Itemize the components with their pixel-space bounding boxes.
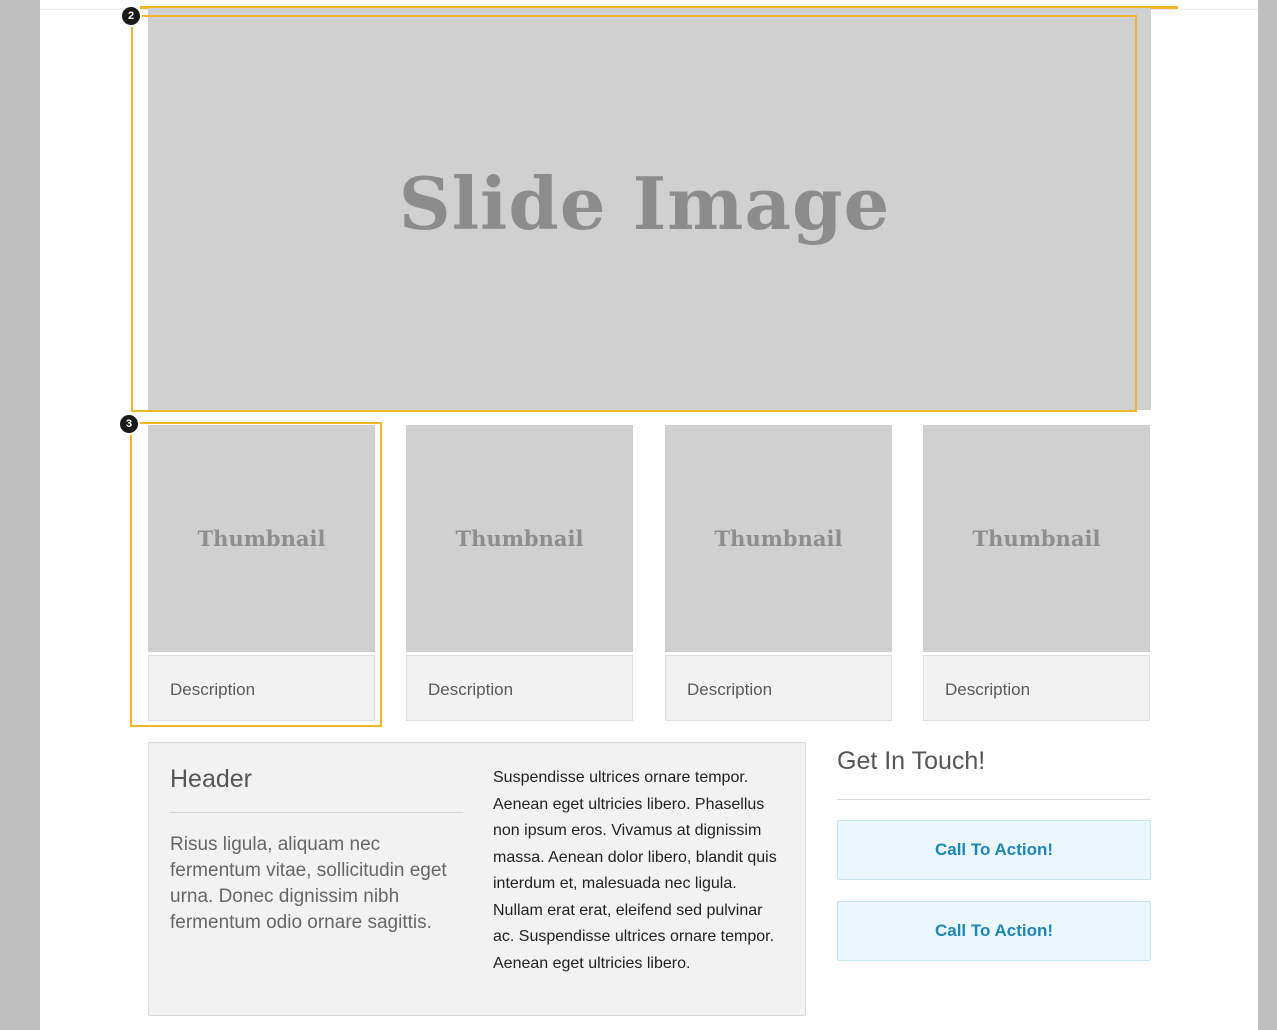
annotation-badge: 3: [118, 413, 140, 435]
page-container: Slide Image Thumbnail Description Thumbn…: [40, 0, 1258, 1030]
thumbnail-image[interactable]: Thumbnail: [665, 425, 892, 652]
thumbnail-label: Thumbnail: [972, 526, 1101, 551]
slide-image-label: Slide Image: [398, 160, 891, 246]
slide-image[interactable]: Slide Image: [148, 8, 1151, 410]
thumbnail-label: Thumbnail: [455, 526, 584, 551]
thumbnail-description: Description: [923, 655, 1150, 721]
content-intro-text: Risus ligula, aliquam nec fermentum vita…: [170, 834, 447, 933]
thumbnail-card[interactable]: Thumbnail Description: [406, 425, 633, 721]
thumbnail-label: Thumbnail: [714, 526, 843, 551]
content-panel: Header Risus ligula, aliquam nec ferment…: [148, 742, 806, 1016]
contact-title: Get In Touch!: [837, 747, 986, 775]
annotation-badge: 2: [120, 5, 142, 27]
thumbnail-description: Description: [148, 655, 375, 721]
content-header: Header: [170, 765, 252, 793]
thumbnail-image[interactable]: Thumbnail: [923, 425, 1150, 652]
thumbnail-card[interactable]: Thumbnail Description: [923, 425, 1150, 721]
call-to-action-button[interactable]: Call To Action!: [837, 820, 1151, 880]
thumbnail-card[interactable]: Thumbnail Description: [665, 425, 892, 721]
thumbnail-card[interactable]: Thumbnail Description: [148, 425, 375, 721]
thumbnail-label: Thumbnail: [197, 526, 326, 551]
call-to-action-button[interactable]: Call To Action!: [837, 901, 1151, 961]
thumbnail-description: Description: [406, 655, 633, 721]
thumbnail-image[interactable]: Thumbnail: [406, 425, 633, 652]
thumbnail-image[interactable]: Thumbnail: [148, 425, 375, 652]
content-divider: [170, 812, 463, 813]
thumbnail-description: Description: [665, 655, 892, 721]
content-body-text: Suspendisse ultrices ornare tempor. Aene…: [493, 769, 777, 972]
contact-divider: [837, 799, 1151, 800]
